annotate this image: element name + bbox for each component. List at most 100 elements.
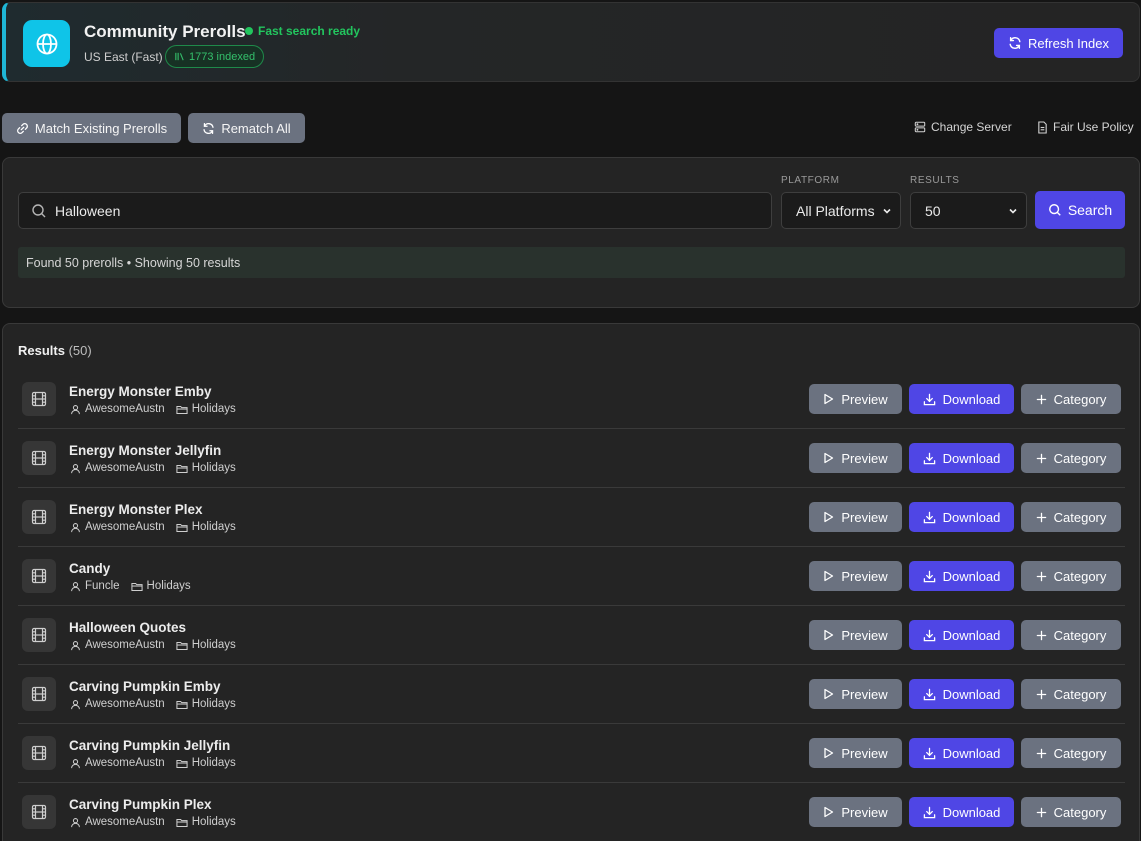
download-button[interactable]: Download bbox=[909, 620, 1014, 650]
server-icon bbox=[914, 121, 926, 133]
platform-select[interactable]: All Platforms bbox=[781, 192, 901, 229]
rematch-all-button[interactable]: Rematch All bbox=[188, 113, 305, 143]
status-text: Fast search ready bbox=[258, 24, 361, 38]
result-author: AwesomeAustn bbox=[85, 521, 165, 533]
search-input[interactable] bbox=[55, 202, 735, 219]
download-icon bbox=[923, 747, 936, 760]
results-list: Energy Monster Emby AwesomeAustn Holiday… bbox=[18, 370, 1125, 841]
result-category: Holidays bbox=[191, 757, 236, 769]
result-row: Energy Monster Emby AwesomeAustn Holiday… bbox=[18, 370, 1125, 429]
download-button[interactable]: Download bbox=[909, 384, 1014, 414]
preview-button[interactable]: Preview bbox=[809, 502, 902, 532]
category-label: Category bbox=[1053, 450, 1107, 466]
result-category: Holidays bbox=[191, 639, 236, 651]
result-category: Holidays bbox=[146, 580, 191, 592]
result-meta: AwesomeAustn Holidays bbox=[70, 698, 236, 710]
play-icon bbox=[823, 393, 834, 405]
category-label: Category bbox=[1053, 627, 1107, 643]
add-category-button[interactable]: Category bbox=[1021, 561, 1121, 591]
indexed-badge: 1773 indexed bbox=[165, 45, 265, 68]
preview-button[interactable]: Preview bbox=[809, 384, 902, 414]
plus-icon bbox=[1036, 512, 1047, 523]
add-category-button[interactable]: Category bbox=[1021, 502, 1121, 532]
result-row: Halloween Quotes AwesomeAustn Holidays P… bbox=[18, 606, 1125, 665]
download-label: Download bbox=[942, 450, 1001, 466]
download-icon bbox=[923, 570, 936, 583]
result-row: Carving Pumpkin Jellyfin AwesomeAustn Ho… bbox=[18, 724, 1125, 783]
preview-label: Preview bbox=[841, 450, 888, 466]
add-category-button[interactable]: Category bbox=[1021, 620, 1121, 650]
play-icon bbox=[823, 452, 834, 464]
user-icon bbox=[70, 522, 81, 533]
preview-button[interactable]: Preview bbox=[809, 561, 902, 591]
results-count-select[interactable]: 50 bbox=[910, 192, 1027, 229]
fair-use-label: Fair Use Policy bbox=[1053, 120, 1134, 134]
change-server-label: Change Server bbox=[931, 120, 1012, 134]
preview-button[interactable]: Preview bbox=[809, 797, 902, 827]
change-server-link[interactable]: Change Server bbox=[914, 120, 1012, 134]
download-button[interactable]: Download bbox=[909, 797, 1014, 827]
result-category: Holidays bbox=[191, 816, 236, 828]
result-title: Energy Monster Plex bbox=[69, 502, 203, 517]
add-category-button[interactable]: Category bbox=[1021, 679, 1121, 709]
plus-icon bbox=[1036, 748, 1047, 759]
result-title: Energy Monster Jellyfin bbox=[69, 443, 222, 458]
film-icon bbox=[22, 441, 56, 475]
search-input-wrapper[interactable] bbox=[18, 192, 772, 229]
result-author: AwesomeAustn bbox=[85, 757, 165, 769]
result-meta: AwesomeAustn Holidays bbox=[70, 757, 236, 769]
fair-use-policy-link[interactable]: Fair Use Policy bbox=[1037, 120, 1134, 134]
search-button[interactable]: Search bbox=[1035, 191, 1125, 229]
add-category-button[interactable]: Category bbox=[1021, 738, 1121, 768]
preview-button[interactable]: Preview bbox=[809, 443, 902, 473]
download-button[interactable]: Download bbox=[909, 502, 1014, 532]
folder-icon bbox=[176, 699, 188, 710]
add-category-button[interactable]: Category bbox=[1021, 797, 1121, 827]
plus-icon bbox=[1036, 571, 1047, 582]
download-button[interactable]: Download bbox=[909, 738, 1014, 768]
search-icon bbox=[31, 203, 47, 219]
status-dot bbox=[245, 27, 253, 35]
preview-label: Preview bbox=[841, 568, 888, 584]
category-label: Category bbox=[1053, 745, 1107, 761]
download-button[interactable]: Download bbox=[909, 679, 1014, 709]
match-existing-button[interactable]: Match Existing Prerolls bbox=[2, 113, 181, 143]
refresh-index-button[interactable]: Refresh Index bbox=[994, 28, 1123, 58]
result-category: Holidays bbox=[191, 521, 236, 533]
preview-button[interactable]: Preview bbox=[809, 679, 902, 709]
result-meta: AwesomeAustn Holidays bbox=[70, 462, 236, 474]
result-title: Candy bbox=[69, 561, 111, 576]
results-panel: Results (50) Energy Monster Emby Awesome… bbox=[2, 323, 1140, 841]
user-icon bbox=[70, 404, 81, 415]
folder-icon bbox=[176, 463, 188, 474]
globe-icon bbox=[23, 20, 70, 67]
category-label: Category bbox=[1053, 686, 1107, 702]
preview-button[interactable]: Preview bbox=[809, 620, 902, 650]
download-icon bbox=[923, 393, 936, 406]
add-category-button[interactable]: Category bbox=[1021, 384, 1121, 414]
user-icon bbox=[70, 817, 81, 828]
download-label: Download bbox=[942, 745, 1001, 761]
platform-label: PLATFORM bbox=[781, 175, 840, 186]
result-meta: AwesomeAustn Holidays bbox=[70, 639, 236, 651]
add-category-button[interactable]: Category bbox=[1021, 443, 1121, 473]
results-label: RESULTS bbox=[910, 175, 960, 186]
result-meta: AwesomeAustn Holidays bbox=[70, 816, 236, 828]
category-label: Category bbox=[1053, 391, 1107, 407]
chevron-down-icon bbox=[882, 206, 892, 216]
preview-label: Preview bbox=[841, 509, 888, 525]
folder-icon bbox=[176, 758, 188, 769]
play-icon bbox=[823, 747, 834, 759]
user-icon bbox=[70, 758, 81, 769]
search-panel: PLATFORM All Platforms RESULTS 50 Search… bbox=[2, 157, 1140, 308]
download-button[interactable]: Download bbox=[909, 561, 1014, 591]
result-meta: AwesomeAustn Holidays bbox=[70, 521, 236, 533]
result-author: AwesomeAustn bbox=[85, 462, 165, 474]
refresh-icon bbox=[1008, 36, 1022, 50]
play-icon bbox=[823, 688, 834, 700]
search-button-label: Search bbox=[1067, 202, 1113, 218]
download-button[interactable]: Download bbox=[909, 443, 1014, 473]
preview-label: Preview bbox=[841, 804, 888, 820]
preview-button[interactable]: Preview bbox=[809, 738, 902, 768]
header-banner: Community Prerolls Fast search ready US … bbox=[2, 2, 1140, 82]
